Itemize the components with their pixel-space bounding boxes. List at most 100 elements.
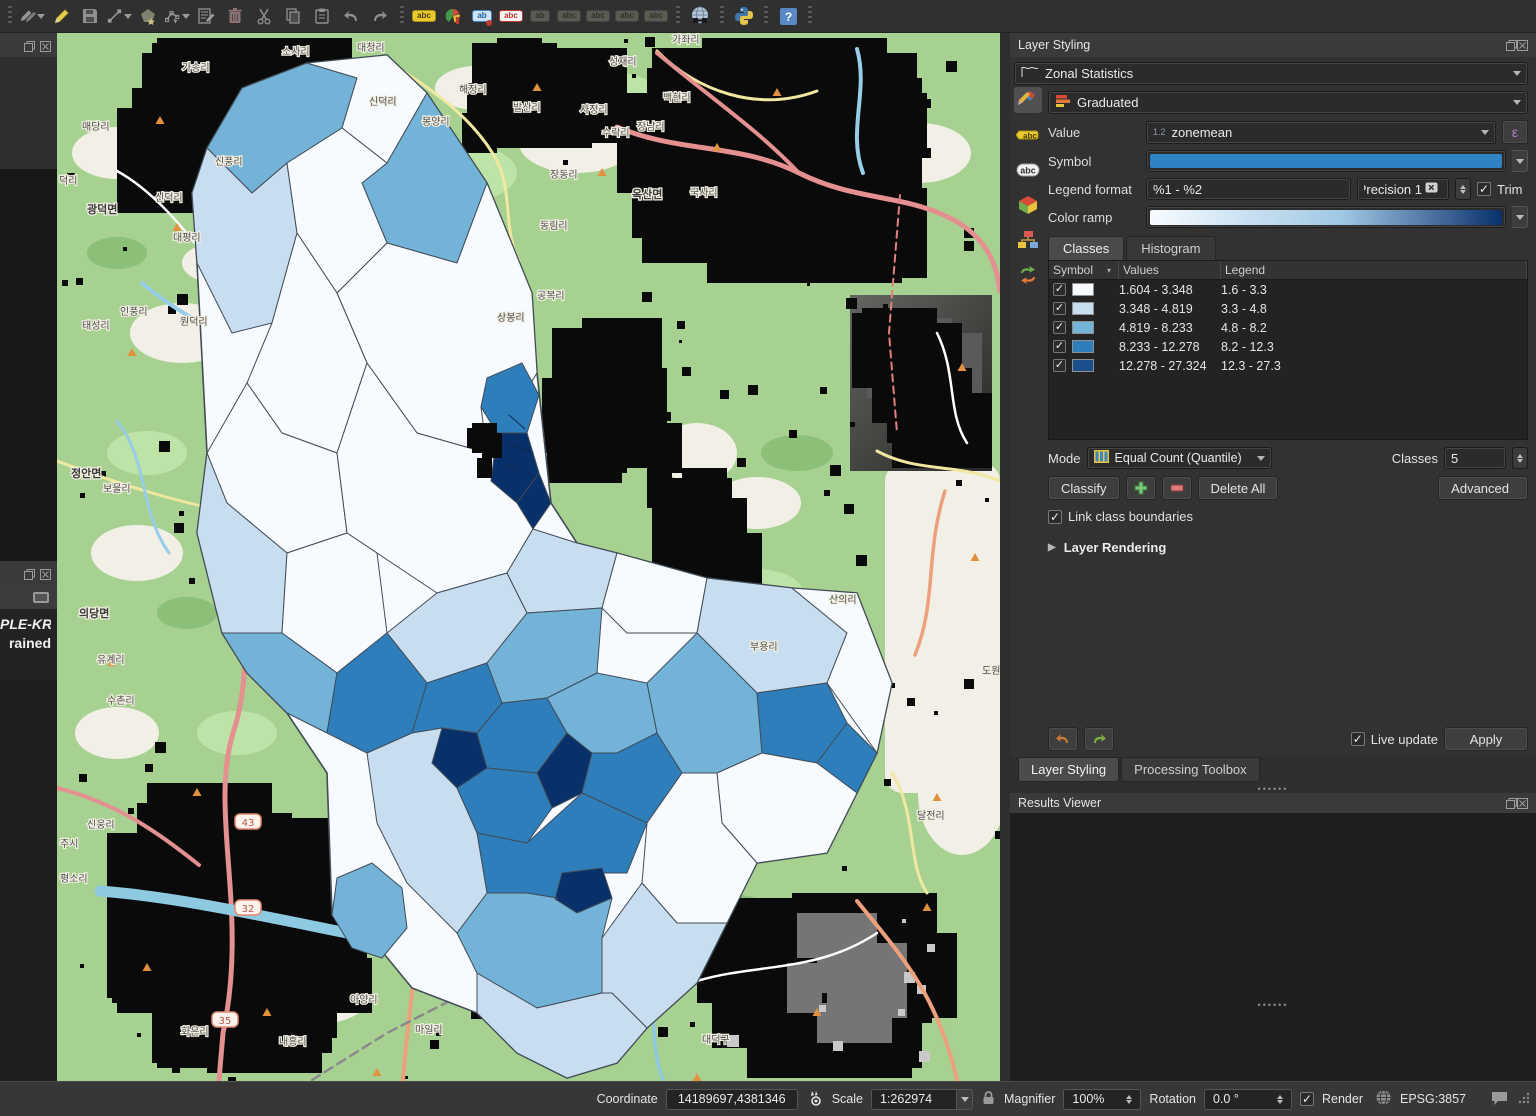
osm-place-search-icon[interactable] <box>687 3 713 29</box>
show-hide-labels-icon[interactable]: abc <box>556 3 582 29</box>
rotation-input[interactable]: 0.0 ° <box>1204 1089 1292 1110</box>
classes-count-input[interactable]: 5 <box>1444 447 1506 469</box>
splitter-handle[interactable]: •••••• <box>1010 1000 1536 1009</box>
precision-stepper[interactable] <box>1455 178 1471 200</box>
class-visibility-checkbox[interactable]: ✓ <box>1053 340 1066 353</box>
delete-selected-icon[interactable] <box>222 3 248 29</box>
scale-combo[interactable]: 1:262974 <box>871 1089 973 1110</box>
diagram-icon[interactable] <box>440 3 466 29</box>
class-visibility-checkbox[interactable]: ✓ <box>1053 302 1066 315</box>
cut-features-icon[interactable] <box>251 3 277 29</box>
magnifier-input[interactable]: 100% <box>1063 1089 1141 1110</box>
toolbar-handle[interactable] <box>764 6 768 26</box>
digitize-line-icon[interactable] <box>106 3 132 29</box>
color-ramp-button[interactable] <box>1146 206 1506 228</box>
history-icon[interactable] <box>1014 262 1042 288</box>
class-row[interactable]: ✓3.348 - 4.8193.3 - 4.8 <box>1049 299 1527 318</box>
extents-icon[interactable] <box>806 1089 824 1110</box>
float-panel-icon[interactable] <box>1506 40 1517 51</box>
value-field-combo[interactable]: 1.2 zonemean <box>1146 121 1496 144</box>
current-edits-icon[interactable] <box>19 3 45 29</box>
symbology-icon[interactable] <box>1014 87 1042 113</box>
class-row[interactable]: ✓12.278 - 27.32412.3 - 27.3 <box>1049 356 1527 375</box>
clear-icon[interactable] <box>1425 181 1438 197</box>
help-icon[interactable]: ? <box>775 3 801 29</box>
labeling-icon[interactable]: abc <box>411 3 437 29</box>
symbol-preview-button[interactable] <box>1146 150 1506 172</box>
float-panel-icon[interactable] <box>1506 798 1517 809</box>
coordinate-input[interactable]: 14189697,4381346 <box>666 1089 798 1110</box>
class-color-swatch[interactable] <box>1072 302 1094 315</box>
style-undo-button[interactable] <box>1048 727 1078 751</box>
delete-all-button[interactable]: Delete All <box>1198 476 1279 500</box>
paste-features-icon[interactable] <box>309 3 335 29</box>
class-visibility-checkbox[interactable]: ✓ <box>1053 283 1066 296</box>
class-color-swatch[interactable] <box>1072 340 1094 353</box>
class-color-swatch[interactable] <box>1072 359 1094 372</box>
class-row[interactable]: ✓8.233 - 12.2788.2 - 12.3 <box>1049 337 1527 356</box>
rotate-label-icon[interactable]: abc <box>614 3 640 29</box>
renderer-selector[interactable]: Graduated <box>1048 91 1528 114</box>
toggle-editing-icon[interactable] <box>48 3 74 29</box>
classify-button[interactable]: Classify <box>1048 476 1120 500</box>
toolbar-handle[interactable] <box>720 6 724 26</box>
copy-features-icon[interactable] <box>280 3 306 29</box>
precision-input[interactable]: Precision 1 <box>1357 178 1449 200</box>
layer-rendering-label[interactable]: Layer Rendering <box>1064 540 1167 555</box>
link-class-boundaries-checkbox[interactable]: ✓ <box>1048 510 1062 524</box>
mode-combo[interactable]: Equal Count (Quantile) <box>1087 447 1272 469</box>
crs-status[interactable]: EPSG:3857 <box>1400 1092 1466 1106</box>
legend-format-input[interactable]: %1 - %2 <box>1146 178 1351 200</box>
layers-list[interactable]: PLE-KR rained <box>0 609 57 679</box>
layer-selector[interactable]: Zonal Statistics <box>1014 62 1528 85</box>
apply-button[interactable]: Apply <box>1444 727 1528 751</box>
tab-processing-toolbox[interactable]: Processing Toolbox <box>1121 757 1260 782</box>
diagrams-icon[interactable] <box>1014 227 1042 253</box>
class-visibility-checkbox[interactable]: ✓ <box>1053 359 1066 372</box>
mask-icon[interactable]: abc <box>1014 157 1042 183</box>
globe-icon[interactable] <box>1375 1089 1392 1109</box>
close-panel-icon[interactable] <box>40 40 51 51</box>
toolbar-handle[interactable] <box>808 6 812 26</box>
class-visibility-checkbox[interactable]: ✓ <box>1053 321 1066 334</box>
save-layer-edits-icon[interactable] <box>77 3 103 29</box>
toolbar-handle[interactable] <box>8 6 12 26</box>
advanced-button[interactable]: Advanced <box>1438 476 1528 500</box>
class-color-swatch[interactable] <box>1072 321 1094 334</box>
toolbar-handle[interactable] <box>400 6 404 26</box>
symbol-dropdown[interactable] <box>1512 150 1528 172</box>
tab-layer-styling[interactable]: Layer Styling <box>1018 757 1119 782</box>
pin-labels-icon[interactable]: ab <box>469 3 495 29</box>
close-panel-icon[interactable] <box>1517 798 1528 809</box>
highlight-labels-icon[interactable]: abc <box>498 3 524 29</box>
change-label-icon[interactable]: abc <box>643 3 669 29</box>
python-console-icon[interactable] <box>731 3 757 29</box>
class-color-swatch[interactable] <box>1072 283 1094 296</box>
layer-item[interactable]: PLE-KR <box>0 615 51 634</box>
float-panel-icon[interactable] <box>24 568 35 579</box>
lock-icon[interactable] <box>981 1090 996 1109</box>
classes-table[interactable]: Symbol▾ Values Legend ✓1.604 - 3.3481.6 … <box>1048 260 1528 440</box>
live-update-checkbox[interactable]: ✓ <box>1351 732 1365 746</box>
messages-icon[interactable] <box>1490 1090 1509 1109</box>
3d-view-icon[interactable] <box>1014 192 1042 218</box>
layers-panel-toolbar[interactable] <box>0 585 57 609</box>
add-class-button[interactable] <box>1126 476 1156 500</box>
expression-builder-button[interactable]: ε <box>1502 120 1528 144</box>
expand-arrow-icon[interactable]: ▶ <box>1048 542 1056 553</box>
labels-icon[interactable]: abc <box>1014 122 1042 148</box>
vertex-tool-icon[interactable] <box>164 3 190 29</box>
add-record-icon[interactable] <box>135 3 161 29</box>
chevron-down-icon[interactable] <box>957 1089 973 1110</box>
style-redo-button[interactable] <box>1084 727 1114 751</box>
color-ramp-dropdown[interactable] <box>1512 206 1528 228</box>
tab-histogram[interactable]: Histogram <box>1126 236 1215 260</box>
resize-grip[interactable] <box>1517 1091 1530 1107</box>
close-panel-icon[interactable] <box>40 568 51 579</box>
move-label-icon[interactable]: abc <box>585 3 611 29</box>
float-panel-icon[interactable] <box>24 40 35 51</box>
class-row[interactable]: ✓1.604 - 3.3481.6 - 3.3 <box>1049 280 1527 299</box>
modify-attributes-icon[interactable] <box>193 3 219 29</box>
pin-unpin-labels-icon[interactable]: ab <box>527 3 553 29</box>
trim-checkbox[interactable]: ✓ <box>1477 182 1491 196</box>
